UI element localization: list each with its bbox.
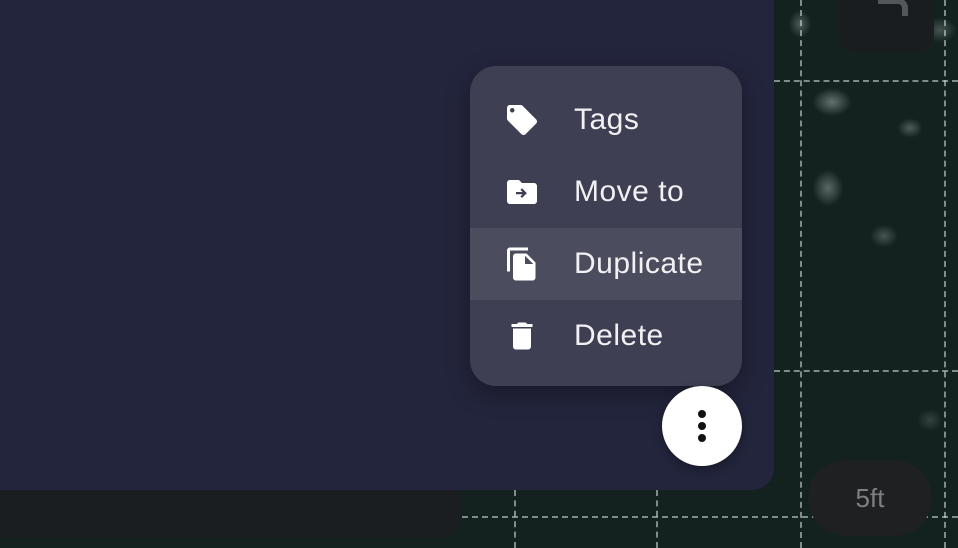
folder-move-icon bbox=[502, 172, 542, 212]
redo-icon bbox=[878, 0, 908, 16]
trash-icon bbox=[502, 316, 542, 356]
map-grid-line bbox=[800, 0, 802, 548]
tag-icon bbox=[502, 100, 542, 140]
more-options-button[interactable] bbox=[662, 386, 742, 466]
bottom-toolbar bbox=[0, 490, 462, 538]
map-grid-line bbox=[944, 0, 946, 548]
menu-item-label: Move to bbox=[574, 175, 685, 208]
menu-item-move-to[interactable]: Move to bbox=[470, 156, 742, 228]
menu-item-duplicate[interactable]: Duplicate bbox=[470, 228, 742, 300]
menu-item-label: Tags bbox=[574, 103, 640, 136]
map-grid-line bbox=[656, 490, 658, 548]
context-menu: Tags Move to Duplicate Delete bbox=[470, 66, 742, 386]
scale-label: 5ft bbox=[855, 482, 885, 513]
duplicate-icon bbox=[502, 244, 542, 284]
menu-item-tags[interactable]: Tags bbox=[470, 84, 742, 156]
redo-button[interactable] bbox=[838, 0, 934, 52]
menu-item-label: Duplicate bbox=[574, 247, 704, 280]
menu-item-delete[interactable]: Delete bbox=[470, 300, 742, 372]
map-grid-line bbox=[514, 490, 516, 548]
menu-item-label: Delete bbox=[574, 319, 664, 352]
map-scale-indicator: 5ft bbox=[808, 460, 932, 536]
